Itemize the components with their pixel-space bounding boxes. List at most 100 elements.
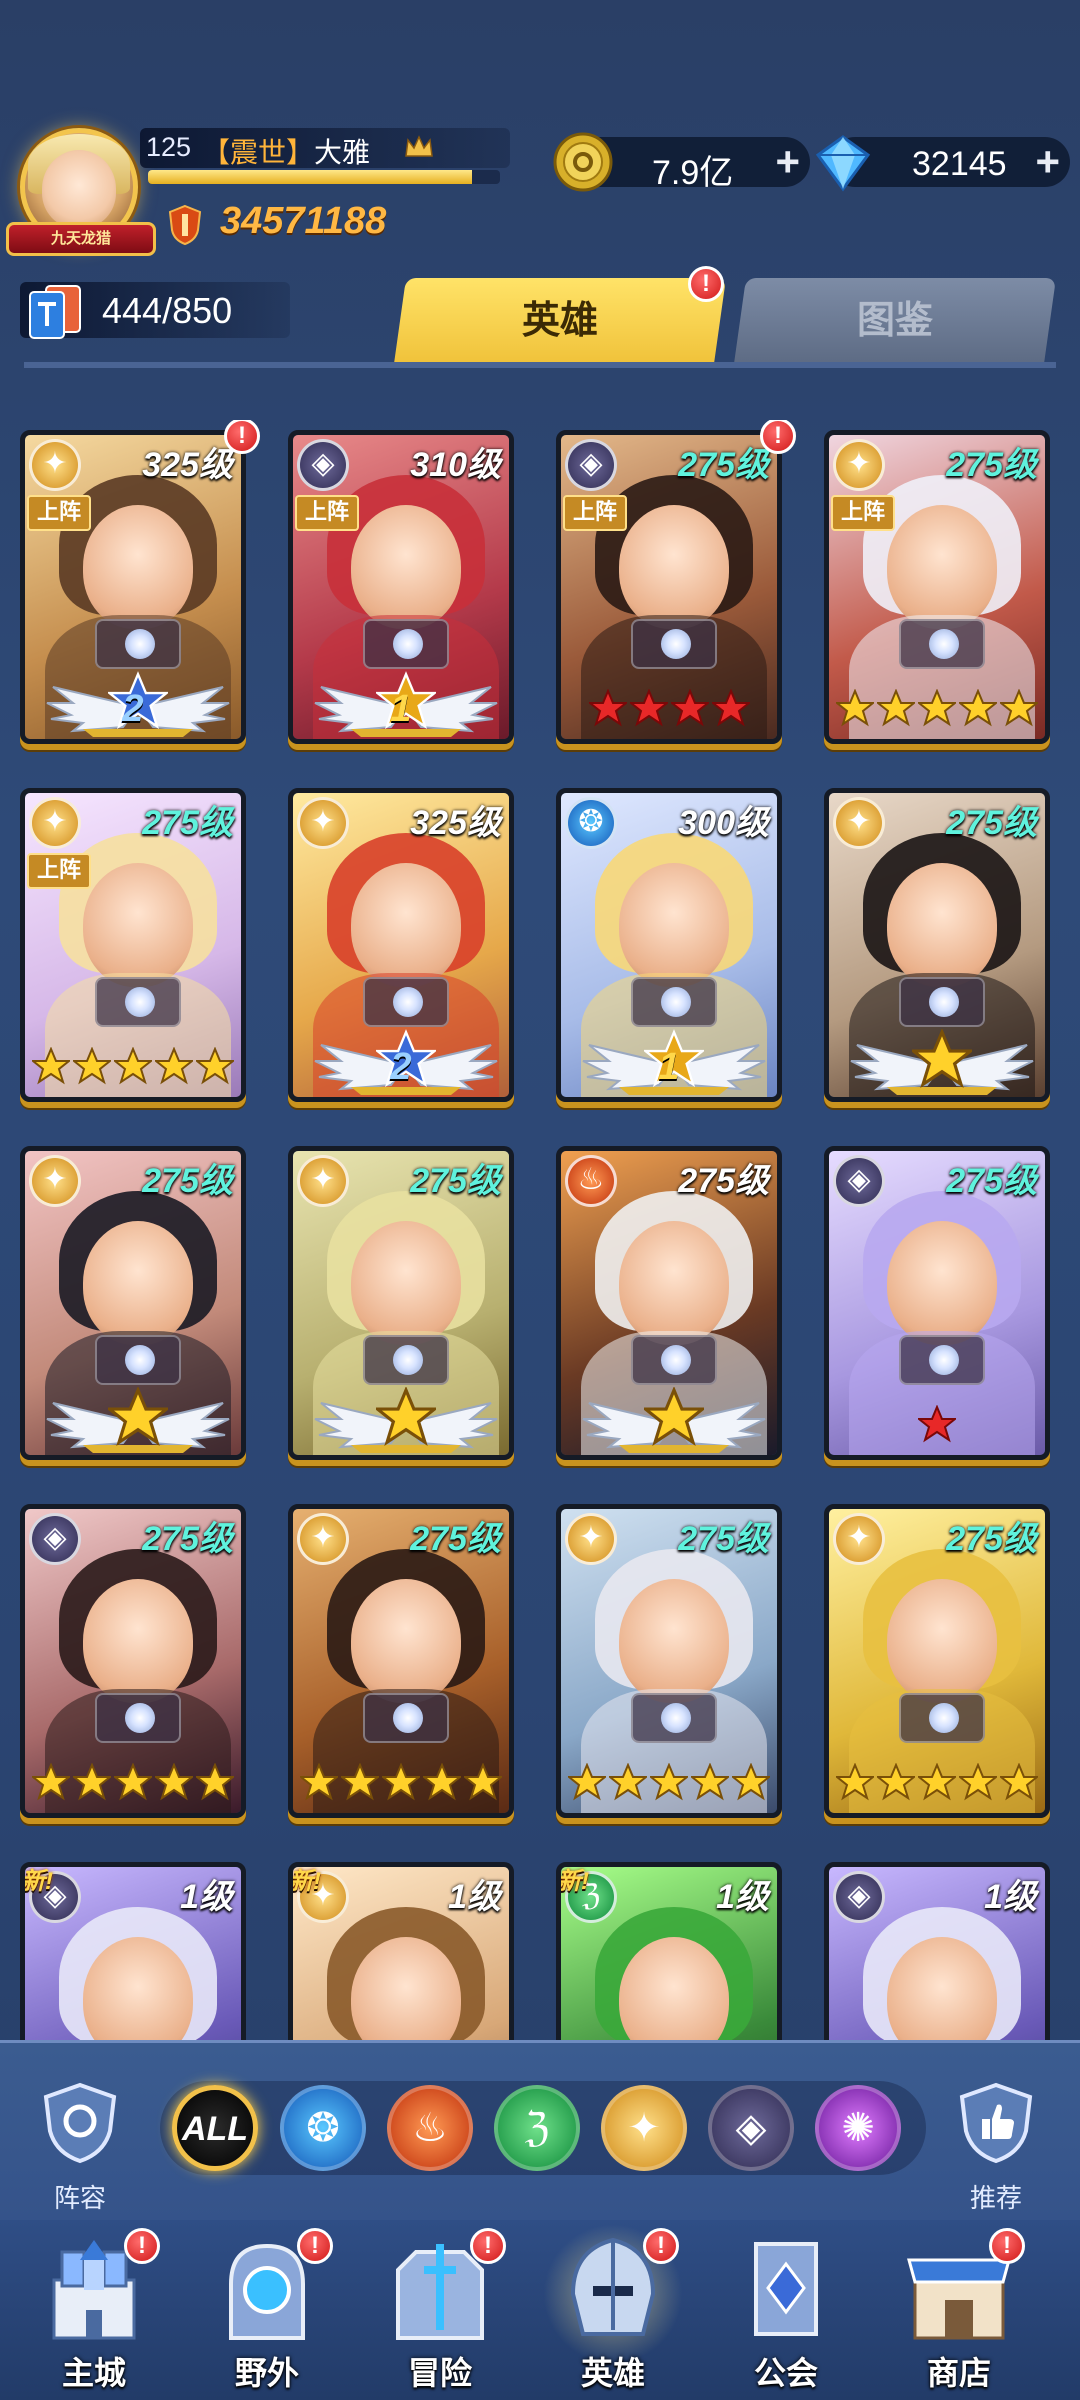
gem-resource: 32145 + xyxy=(815,135,1070,192)
nav-label: 公会 xyxy=(753,2355,818,2391)
filter-chaos-icon[interactable]: ✺ xyxy=(815,2085,901,2171)
hero-level: 300级 xyxy=(678,804,769,842)
diamond-icon xyxy=(815,135,871,192)
nav-item[interactable]: 野外! xyxy=(187,2228,347,2400)
hero-level: 325级 xyxy=(410,804,501,842)
hero-card[interactable]: ◈ 275级 xyxy=(20,1504,246,1818)
hero-card[interactable]: ◈ 310级 上阵 1 xyxy=(288,430,514,744)
faction-light-icon: ✦ xyxy=(29,797,81,849)
star-icon xyxy=(32,1047,70,1085)
nav-item[interactable]: 商店! xyxy=(879,2228,1039,2400)
star-rating xyxy=(829,1405,1045,1453)
tab-heroes[interactable]: 英雄 xyxy=(393,278,727,364)
filter-dark-icon[interactable]: ◈ xyxy=(708,2085,794,2171)
hero-card[interactable]: ✦ 325级 2 xyxy=(288,788,514,1102)
player-avatar[interactable]: 九天龙猎 xyxy=(6,120,156,260)
faction-dark-icon: ◈ xyxy=(565,439,617,491)
faction-fire-icon: ♨ xyxy=(565,1155,617,1207)
filter-light-icon[interactable]: ✦ xyxy=(601,2085,687,2171)
hero-emblem xyxy=(899,977,985,1027)
hero-emblem xyxy=(631,1693,717,1743)
filter-fire-icon[interactable]: ♨ xyxy=(387,2085,473,2171)
hero-emblem xyxy=(899,619,985,669)
star-icon xyxy=(588,689,627,727)
hero-level: 275级 xyxy=(946,1520,1037,1558)
hero-level: 275级 xyxy=(410,1162,501,1200)
star-icon xyxy=(912,1029,972,1089)
hero-emblem xyxy=(363,619,449,669)
hero-card[interactable]: ✦ 275级 上阵 xyxy=(20,788,246,1102)
star-icon xyxy=(918,689,956,727)
star-icon xyxy=(918,1405,956,1443)
nav-label: 野外 xyxy=(234,2355,299,2391)
hero-level: 1级 xyxy=(448,1878,501,1916)
hero-card[interactable]: ✦ 275级 上阵 xyxy=(824,430,1050,744)
lineup-button[interactable]: 阵容 xyxy=(30,2079,130,2213)
hero-emblem xyxy=(363,1335,449,1385)
hero-level: 1级 xyxy=(984,1878,1037,1916)
faction-dark-icon: ◈ xyxy=(29,1513,81,1565)
filter-water-icon[interactable]: ❂ xyxy=(280,2085,366,2171)
deployed-tag: 上阵 xyxy=(563,495,627,531)
add-gem-button[interactable]: + xyxy=(1035,141,1060,183)
hero-card[interactable]: ❂ 300级 1 xyxy=(556,788,782,1102)
nav-item[interactable]: 主城! xyxy=(14,2228,174,2400)
alert-icon: ! xyxy=(224,420,260,454)
filter-all-button[interactable]: ALL xyxy=(172,2085,258,2171)
hero-level: 325级 xyxy=(142,446,233,484)
filter-bar: 阵容 ALL ❂ ♨ ℨ ✦ ◈ ✺ 推荐 xyxy=(0,2040,1080,2220)
hero-card[interactable]: ♨ 275级 xyxy=(556,1146,782,1460)
deployed-tag: 上阵 xyxy=(295,495,359,531)
hero-card[interactable]: ✦ 275级 xyxy=(20,1146,246,1460)
grade-number: 2 xyxy=(390,1046,412,1088)
tab-codex[interactable]: 图鉴 xyxy=(733,278,1057,364)
hero-card[interactable]: ✦ 275级 xyxy=(288,1504,514,1818)
star-icon xyxy=(918,1763,956,1801)
star-icon xyxy=(670,689,709,727)
tab-codex-label: 图鉴 xyxy=(856,300,933,342)
faction-light-icon: ✦ xyxy=(565,1513,617,1565)
hero-card[interactable]: ✦ 325级 上阵 2 xyxy=(20,430,246,744)
hero-face xyxy=(887,1221,997,1345)
add-gold-button[interactable]: + xyxy=(775,141,800,183)
hero-card[interactable]: ◈ 275级 上阵 xyxy=(556,430,782,744)
hero-card[interactable]: ✦ 275级 xyxy=(288,1146,514,1460)
nav-item[interactable]: 冒险! xyxy=(360,2228,520,2400)
hero-card[interactable]: ✦ 275级 xyxy=(824,1504,1050,1818)
hero-emblem xyxy=(363,977,449,1027)
recommend-label: 推荐 xyxy=(969,2183,1022,2213)
hero-emblem xyxy=(899,1693,985,1743)
star-icon xyxy=(644,1387,704,1447)
hero-card[interactable]: ℨ 1级 新! xyxy=(556,1862,782,2040)
grade-number: 1 xyxy=(658,1046,680,1088)
bottom-nav: 主城! 野外! 冒险! 英雄! 公会 商店! xyxy=(0,2220,1080,2400)
star-icon xyxy=(836,689,874,727)
hero-card[interactable]: ◈ 275级 xyxy=(824,1146,1050,1460)
hero-card[interactable]: ✦ 275级 xyxy=(556,1504,782,1818)
hero-level: 275级 xyxy=(678,1520,769,1558)
hero-face xyxy=(351,1221,461,1345)
nav-item[interactable]: 公会 xyxy=(706,2230,866,2400)
star-icon xyxy=(691,1763,729,1801)
hero-face xyxy=(83,1579,193,1703)
alert-icon: ! xyxy=(760,420,796,454)
player-level: 125 xyxy=(146,132,192,162)
hero-card[interactable]: ✦ 275级 xyxy=(824,788,1050,1102)
hero-card[interactable]: ✦ 1级 新! xyxy=(288,1862,514,2040)
recommend-button[interactable]: 推荐 xyxy=(946,2079,1046,2213)
faction-light-icon: ✦ xyxy=(833,1513,885,1565)
hero-card[interactable]: ◈ 1级 新! xyxy=(20,1862,246,2040)
power-shield-icon xyxy=(168,204,202,246)
filter-nature-icon[interactable]: ℨ xyxy=(494,2085,580,2171)
grade-number: 1 xyxy=(390,688,412,730)
hero-face xyxy=(83,505,193,629)
banner-icon xyxy=(754,2242,818,2336)
hero-emblem xyxy=(95,1335,181,1385)
star-icon xyxy=(568,1763,606,1801)
alert-icon: ! xyxy=(470,2228,506,2264)
hero-card[interactable]: ◈ 1级 xyxy=(824,1862,1050,2040)
hero-face xyxy=(351,1579,461,1703)
nav-item[interactable]: 英雄! xyxy=(533,2224,693,2400)
grade-number: 2 xyxy=(122,688,144,730)
star-icon xyxy=(609,1763,647,1801)
